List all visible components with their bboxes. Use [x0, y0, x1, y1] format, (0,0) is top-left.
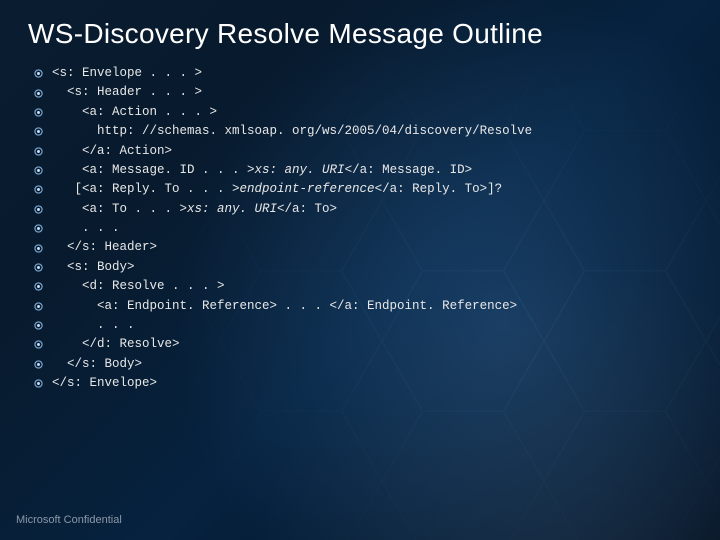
code-line: </s: Header> [34, 238, 692, 257]
code-line: <d: Resolve . . . > [34, 277, 692, 296]
bullet-icon [34, 161, 52, 180]
code-line: http: //schemas. xmlsoap. org/ws/2005/04… [34, 122, 692, 141]
code-line: <a: Action . . . > [34, 103, 692, 122]
bullet-icon [34, 180, 52, 199]
bullet-icon [34, 200, 52, 219]
code-line: <a: Endpoint. Reference> . . . </a: Endp… [34, 297, 692, 316]
code-text: <a: Message. ID . . . >xs: any. URI</a: … [52, 161, 692, 180]
code-text: </a: Action> [52, 142, 692, 161]
code-line: </s: Envelope> [34, 374, 692, 393]
bullet-icon [34, 103, 52, 122]
bullet-icon [34, 335, 52, 354]
code-text: <d: Resolve . . . > [52, 277, 692, 296]
code-line: <s: Envelope . . . > [34, 64, 692, 83]
code-line: <a: To . . . >xs: any. URI</a: To> [34, 200, 692, 219]
code-text: </d: Resolve> [52, 335, 692, 354]
slide-title: WS-Discovery Resolve Message Outline [28, 18, 692, 50]
code-line: </d: Resolve> [34, 335, 692, 354]
footer-label: Microsoft Confidential [16, 514, 122, 526]
code-outline: <s: Envelope . . . > <s: Header . . . > … [34, 64, 692, 393]
code-text: [<a: Reply. To . . . >endpoint-reference… [52, 180, 692, 199]
bullet-icon [34, 374, 52, 393]
bullet-icon [34, 316, 52, 335]
code-text: <s: Header . . . > [52, 83, 692, 102]
code-line: . . . [34, 316, 692, 335]
bullet-icon [34, 219, 52, 238]
code-text: <a: To . . . >xs: any. URI</a: To> [52, 200, 692, 219]
code-text: . . . [52, 316, 692, 335]
bullet-icon [34, 142, 52, 161]
code-line: . . . [34, 219, 692, 238]
slide: WS-Discovery Resolve Message Outline <s:… [0, 0, 720, 540]
code-line: [<a: Reply. To . . . >endpoint-reference… [34, 180, 692, 199]
code-text: </s: Body> [52, 355, 692, 374]
code-text: <s: Envelope . . . > [52, 64, 692, 83]
code-text: <a: Action . . . > [52, 103, 692, 122]
code-line: </s: Body> [34, 355, 692, 374]
bullet-icon [34, 122, 52, 141]
code-text: </s: Header> [52, 238, 692, 257]
bullet-icon [34, 277, 52, 296]
bullet-icon [34, 83, 52, 102]
code-line: </a: Action> [34, 142, 692, 161]
bullet-icon [34, 64, 52, 83]
code-text: http: //schemas. xmlsoap. org/ws/2005/04… [52, 122, 692, 141]
code-line: <s: Header . . . > [34, 83, 692, 102]
bullet-icon [34, 355, 52, 374]
code-text: . . . [52, 219, 692, 238]
bullet-icon [34, 258, 52, 277]
code-text: <a: Endpoint. Reference> . . . </a: Endp… [52, 297, 692, 316]
code-text: <s: Body> [52, 258, 692, 277]
code-line: <s: Body> [34, 258, 692, 277]
code-line: <a: Message. ID . . . >xs: any. URI</a: … [34, 161, 692, 180]
bullet-icon [34, 297, 52, 316]
bullet-icon [34, 238, 52, 257]
code-text: </s: Envelope> [52, 374, 692, 393]
